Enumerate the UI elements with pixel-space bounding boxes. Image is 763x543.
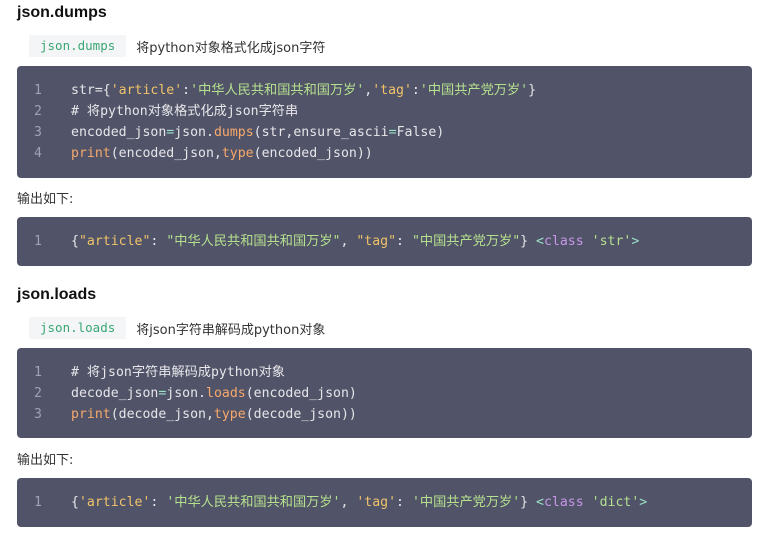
section-heading-loads: json.loads [17,286,97,303]
output-line: {"article": "中华人民共和国共和国万岁", "tag": "中国共产… [71,234,640,249]
line-number: 1 [34,365,42,380]
line-number: 2 [34,386,42,401]
code-comment: # 将json字符串解码成python对象 [71,365,285,380]
line-number: 2 [34,104,42,119]
section-heading-dumps: json.dumps [17,4,107,21]
loads-description: json.loads 将json字符串解码成python对象 [29,317,325,339]
code-line: decode_json=json.loads(encoded_json) [71,386,357,401]
description-text: 将python对象格式化成json字符 [136,40,326,56]
line-number: 1 [34,495,42,510]
code-block-dumps: 1 2 3 4 str={'article':'中华人民共和国共和国万岁','t… [17,66,752,178]
code-comment: # 将python对象格式化成json字符串 [71,104,299,119]
line-number: 3 [34,125,42,140]
output-line: {'article': '中华人民共和国共和国万岁', 'tag': '中国共产… [71,495,648,510]
inline-code-tag: json.loads [29,317,127,339]
output-label: 输出如下: [17,192,74,207]
code-line: print(decode_json,type(decode_json)) [71,407,357,422]
output-block-dumps: 1 {"article": "中华人民共和国共和国万岁", "tag": "中国… [17,217,752,266]
line-number: 1 [34,83,42,98]
code-line: print(encoded_json,type(encoded_json)) [71,146,373,161]
line-number: 3 [34,407,42,422]
code-line: encoded_json=json.dumps(str,ensure_ascii… [71,125,445,140]
inline-code-tag: json.dumps [29,35,127,57]
description-text: 将json字符串解码成python对象 [136,322,326,338]
line-number: 4 [34,146,42,161]
output-label: 输出如下: [17,453,74,468]
code-block-loads: 1 2 3 # 将json字符串解码成python对象 decode_json=… [17,348,752,438]
line-number: 1 [34,234,42,249]
code-line: str={'article':'中华人民共和国共和国万岁','tag':'中国共… [71,83,537,98]
output-block-loads: 1 {'article': '中华人民共和国共和国万岁', 'tag': '中国… [17,478,752,527]
dumps-description: json.dumps 将python对象格式化成json字符 [29,35,325,57]
